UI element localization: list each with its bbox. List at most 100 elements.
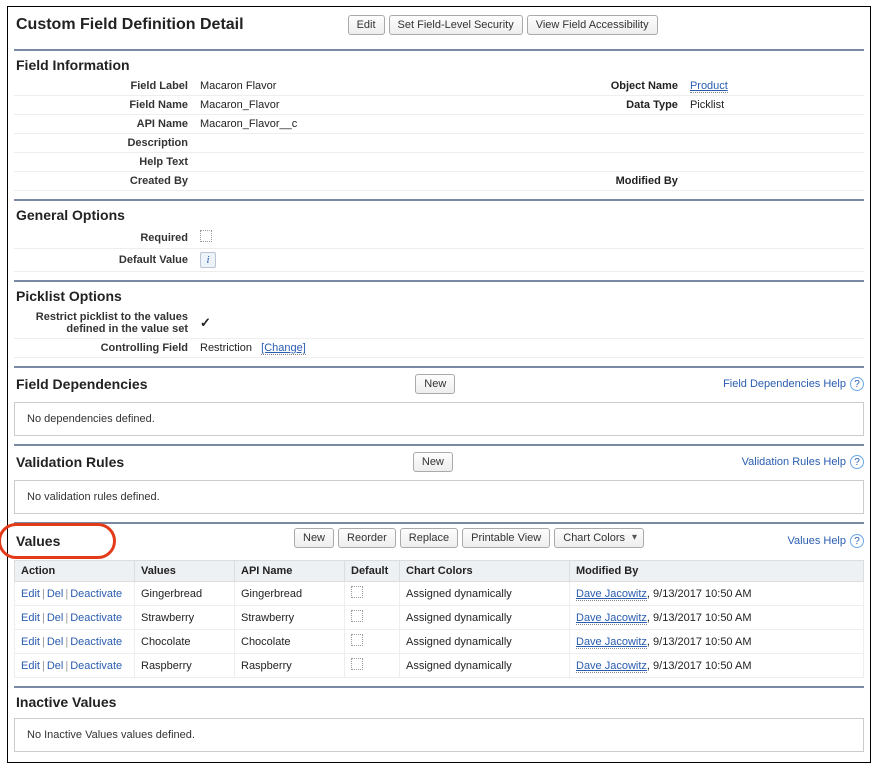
set-field-level-security-button[interactable]: Set Field-Level Security — [389, 15, 523, 35]
deactivate-link[interactable]: Deactivate — [70, 660, 122, 672]
values-new-button[interactable]: New — [294, 528, 334, 548]
label-controlling-field: Controlling Field — [14, 339, 194, 358]
modified-by-user-link[interactable]: Dave Jacowitz — [576, 612, 647, 625]
section-title-inactive-values: Inactive Values — [16, 694, 116, 710]
edit-link[interactable]: Edit — [21, 636, 40, 648]
section-title-validation-rules: Validation Rules — [16, 454, 124, 470]
edit-link[interactable]: Edit — [21, 588, 40, 600]
deactivate-link[interactable]: Deactivate — [70, 636, 122, 648]
values-printable-view-button[interactable]: Printable View — [462, 528, 550, 548]
label-restrict-picklist: Restrict picklist to the values defined … — [14, 308, 194, 339]
col-modified-by: Modified By — [570, 561, 864, 582]
values-help-link[interactable]: Values Help — [788, 535, 847, 547]
value-object-name[interactable]: Product — [690, 80, 728, 93]
edit-button[interactable]: Edit — [348, 15, 385, 35]
page-title: Custom Field Definition Detail — [16, 16, 244, 34]
del-link[interactable]: Del — [47, 612, 64, 624]
edit-link[interactable]: Edit — [21, 660, 40, 672]
info-icon[interactable]: i — [200, 252, 216, 268]
label-modified-by: Modified By — [524, 172, 684, 191]
validation-rules-help-link[interactable]: Validation Rules Help — [742, 456, 846, 468]
modified-by-user-link[interactable]: Dave Jacowitz — [576, 660, 647, 673]
label-default-value: Default Value — [14, 249, 194, 272]
cell-modified-by: Dave Jacowitz, 9/13/2017 10:50 AM — [570, 606, 864, 630]
default-checkbox — [351, 634, 363, 646]
required-checkbox — [200, 230, 212, 242]
label-description: Description — [14, 134, 194, 153]
edit-link[interactable]: Edit — [21, 612, 40, 624]
del-link[interactable]: Del — [47, 660, 64, 672]
value-controlling-field: Restriction — [200, 342, 252, 354]
value-data-type: Picklist — [684, 96, 864, 115]
cell-value: Chocolate — [135, 630, 235, 654]
validation-rules-new-button[interactable]: New — [413, 452, 453, 472]
page-header: Custom Field Definition Detail Edit Set … — [14, 11, 864, 41]
values-replace-button[interactable]: Replace — [400, 528, 458, 548]
cell-value: Gingerbread — [135, 582, 235, 606]
section-title-general-options: General Options — [16, 207, 125, 223]
modified-by-user-link[interactable]: Dave Jacowitz — [576, 636, 647, 649]
deactivate-link[interactable]: Deactivate — [70, 588, 122, 600]
help-icon[interactable]: ? — [850, 377, 864, 391]
view-field-accessibility-button[interactable]: View Field Accessibility — [527, 15, 658, 35]
default-checkbox — [351, 658, 363, 670]
cell-default — [345, 654, 400, 678]
label-api-name: API Name — [14, 115, 194, 134]
section-validation-rules: Validation Rules New Validation Rules He… — [14, 444, 864, 514]
cell-default — [345, 630, 400, 654]
help-icon[interactable]: ? — [850, 534, 864, 548]
section-field-information: Field Information Field Label Macaron Fl… — [14, 49, 864, 191]
values-reorder-button[interactable]: Reorder — [338, 528, 396, 548]
table-row: Edit|Del|DeactivateChocolateChocolateAss… — [15, 630, 864, 654]
restrict-checkmark-icon: ✓ — [200, 315, 211, 330]
section-picklist-options: Picklist Options Restrict picklist to th… — [14, 280, 864, 358]
section-field-dependencies: Field Dependencies New Field Dependencie… — [14, 366, 864, 436]
cell-chart-colors: Assigned dynamically — [400, 654, 570, 678]
inactive-values-empty: No Inactive Values values defined. — [14, 718, 864, 752]
help-icon[interactable]: ? — [850, 455, 864, 469]
label-required: Required — [14, 227, 194, 249]
cell-api-name: Raspberry — [235, 654, 345, 678]
col-chart-colors: Chart Colors — [400, 561, 570, 582]
del-link[interactable]: Del — [47, 588, 64, 600]
value-field-name: Macaron_Flavor — [194, 96, 524, 115]
value-api-name: Macaron_Flavor__c — [194, 115, 864, 134]
cell-api-name: Strawberry — [235, 606, 345, 630]
cell-default — [345, 606, 400, 630]
deactivate-link[interactable]: Deactivate — [70, 612, 122, 624]
change-controlling-link[interactable]: [Change] — [261, 342, 306, 355]
del-link[interactable]: Del — [47, 636, 64, 648]
label-data-type: Data Type — [524, 96, 684, 115]
table-row: Edit|Del|DeactivateGingerbreadGingerbrea… — [15, 582, 864, 606]
values-table: Action Values API Name Default Chart Col… — [14, 560, 864, 678]
label-object-name: Object Name — [524, 77, 684, 96]
section-general-options: General Options Required Default Value i — [14, 199, 864, 272]
section-title-picklist-options: Picklist Options — [16, 288, 122, 304]
default-checkbox — [351, 586, 363, 598]
cell-api-name: Gingerbread — [235, 582, 345, 606]
default-checkbox — [351, 610, 363, 622]
cell-modified-by: Dave Jacowitz, 9/13/2017 10:50 AM — [570, 582, 864, 606]
label-field-label: Field Label — [14, 77, 194, 96]
table-row: Edit|Del|DeactivateRaspberryRaspberryAss… — [15, 654, 864, 678]
cell-modified-by: Dave Jacowitz, 9/13/2017 10:50 AM — [570, 654, 864, 678]
cell-api-name: Chocolate — [235, 630, 345, 654]
label-created-by: Created By — [14, 172, 194, 191]
highlight-annotation — [0, 523, 116, 559]
modified-at: , 9/13/2017 10:50 AM — [647, 660, 752, 672]
cell-chart-colors: Assigned dynamically — [400, 606, 570, 630]
modified-by-user-link[interactable]: Dave Jacowitz — [576, 588, 647, 601]
cell-value: Strawberry — [135, 606, 235, 630]
cell-chart-colors: Assigned dynamically — [400, 582, 570, 606]
value-created-by — [194, 172, 524, 191]
cell-default — [345, 582, 400, 606]
label-field-name: Field Name — [14, 96, 194, 115]
section-title-field-dependencies: Field Dependencies — [16, 376, 147, 392]
value-field-label: Macaron Flavor — [194, 77, 524, 96]
cell-value: Raspberry — [135, 654, 235, 678]
field-dependencies-help-link[interactable]: Field Dependencies Help — [723, 378, 846, 390]
section-title-field-information: Field Information — [16, 57, 130, 73]
values-chart-colors-dropdown[interactable]: Chart Colors — [554, 528, 644, 548]
value-description — [194, 134, 864, 153]
field-dependencies-new-button[interactable]: New — [415, 374, 455, 394]
